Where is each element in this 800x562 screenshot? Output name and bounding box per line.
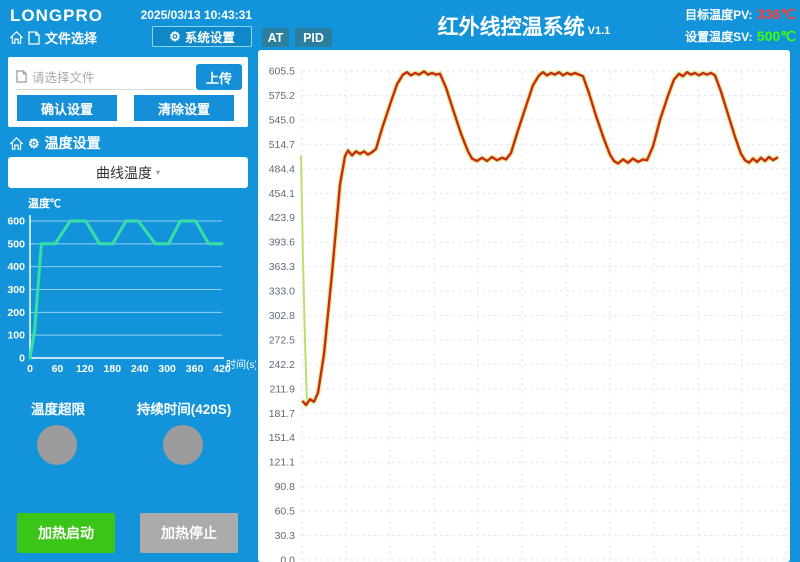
- svg-text:240: 240: [131, 363, 149, 375]
- file-input[interactable]: 请选择文件: [16, 63, 196, 90]
- svg-text:514.7: 514.7: [269, 139, 295, 151]
- svg-text:545.0: 545.0: [269, 114, 295, 126]
- svg-text:605.5: 605.5: [269, 66, 295, 78]
- version-text: V1.1: [588, 25, 611, 37]
- svg-text:500: 500: [7, 238, 25, 250]
- svg-text:200: 200: [7, 307, 25, 319]
- file-icon: [16, 70, 27, 83]
- temp-settings-label: 温度设置: [45, 133, 101, 153]
- svg-text:30.3: 30.3: [275, 530, 296, 542]
- duration-indicator-lamp: [163, 425, 203, 465]
- system-settings-button[interactable]: ⚙ 系统设置: [152, 26, 252, 47]
- svg-text:0: 0: [19, 353, 25, 365]
- svg-text:181.7: 181.7: [269, 408, 295, 420]
- svg-text:302.8: 302.8: [269, 310, 295, 322]
- heating-start-button[interactable]: 加热启动: [17, 513, 115, 553]
- sv-row: 设置温度SV: 500℃: [685, 26, 796, 48]
- svg-text:60.5: 60.5: [275, 506, 296, 518]
- home-icon: [10, 31, 23, 44]
- setpoint-profile-chart: 温度℃ 0 100 200 300 400 500 600 0 60 120 180 240 300 360…: [0, 193, 256, 383]
- svg-text:575.2: 575.2: [269, 90, 295, 102]
- curve-temperature-label: 曲线温度: [96, 163, 152, 183]
- svg-text:90.8: 90.8: [275, 481, 296, 493]
- svg-text:242.2: 242.2: [269, 359, 295, 371]
- app-logo: LONGPRO: [10, 6, 103, 26]
- svg-text:151.4: 151.4: [269, 432, 295, 444]
- svg-text:454.1: 454.1: [269, 188, 295, 200]
- upload-button[interactable]: 上传: [196, 64, 242, 90]
- nav-file-select[interactable]: 文件选择: [10, 28, 97, 47]
- over-limit-indicator-lamp: [37, 425, 77, 465]
- temperature-readouts: 目标温度PV: 336℃ 设置温度SV: 500℃: [685, 4, 796, 48]
- svg-text:600: 600: [7, 216, 25, 228]
- file-icon: [28, 31, 40, 45]
- pv-trend-chart: 605.5 575.2 545.0 514.7 484.4 454.1 423.9 393.6…: [258, 50, 790, 562]
- curve-temperature-button[interactable]: 曲线温度 ▾: [8, 157, 248, 188]
- svg-text:0: 0: [27, 363, 33, 375]
- home-icon: [10, 137, 23, 150]
- gear-icon: ⚙: [28, 137, 40, 150]
- app-window: { "header": { "logo": "LONGPRO", "dateti…: [0, 0, 800, 562]
- gear-icon: ⚙: [169, 30, 181, 43]
- svg-text:423.9: 423.9: [269, 212, 295, 224]
- title-text: 红外线控温系统: [438, 16, 585, 39]
- over-limit-indicator-label: 温度超限: [12, 398, 104, 418]
- pv-label: 目标温度PV:: [685, 8, 752, 22]
- confirm-settings-button[interactable]: 确认设置: [17, 95, 117, 121]
- svg-text:400: 400: [7, 261, 25, 273]
- svg-text:484.4: 484.4: [269, 163, 295, 175]
- svg-text:272.5: 272.5: [269, 334, 295, 346]
- svg-text:180: 180: [104, 363, 122, 375]
- svg-text:温度℃: 温度℃: [28, 196, 61, 210]
- datetime-display: 2025/03/13 10:43:31: [120, 8, 252, 22]
- svg-text:60: 60: [52, 363, 64, 375]
- svg-text:333.0: 333.0: [269, 286, 295, 298]
- svg-text:时间(s): 时间(s): [226, 358, 256, 371]
- file-input-placeholder: 请选择文件: [32, 67, 95, 86]
- svg-text:100: 100: [7, 330, 25, 342]
- heating-stop-button[interactable]: 加热停止: [140, 513, 238, 553]
- chevron-down-icon: ▾: [156, 168, 160, 177]
- svg-text:121.1: 121.1: [269, 457, 295, 469]
- svg-text:211.9: 211.9: [270, 383, 296, 395]
- svg-text:360: 360: [186, 363, 204, 375]
- temp-settings-section-header: ⚙ 温度设置: [10, 133, 101, 153]
- svg-text:363.3: 363.3: [269, 261, 295, 273]
- duration-indicator-label: 持续时间(420S): [128, 398, 240, 418]
- clear-settings-button[interactable]: 清除设置: [134, 95, 234, 121]
- file-select-card: 请选择文件 上传 确认设置 清除设置: [8, 57, 248, 127]
- svg-text:300: 300: [158, 363, 176, 375]
- pv-value: 336℃: [757, 6, 796, 22]
- svg-text:393.6: 393.6: [269, 237, 295, 249]
- nav-file-label: 文件选择: [45, 28, 97, 47]
- sv-value: 500℃: [757, 28, 796, 44]
- pv-row: 目标温度PV: 336℃: [685, 4, 796, 26]
- svg-text:120: 120: [76, 363, 94, 375]
- trend-chart-panel: 605.5 575.2 545.0 514.7 484.4 454.1 423.9 393.6…: [258, 50, 790, 562]
- system-settings-label: 系统设置: [185, 27, 235, 46]
- sv-label: 设置温度SV:: [685, 30, 752, 44]
- svg-text:300: 300: [7, 284, 25, 296]
- svg-text:0.0: 0.0: [280, 555, 295, 562]
